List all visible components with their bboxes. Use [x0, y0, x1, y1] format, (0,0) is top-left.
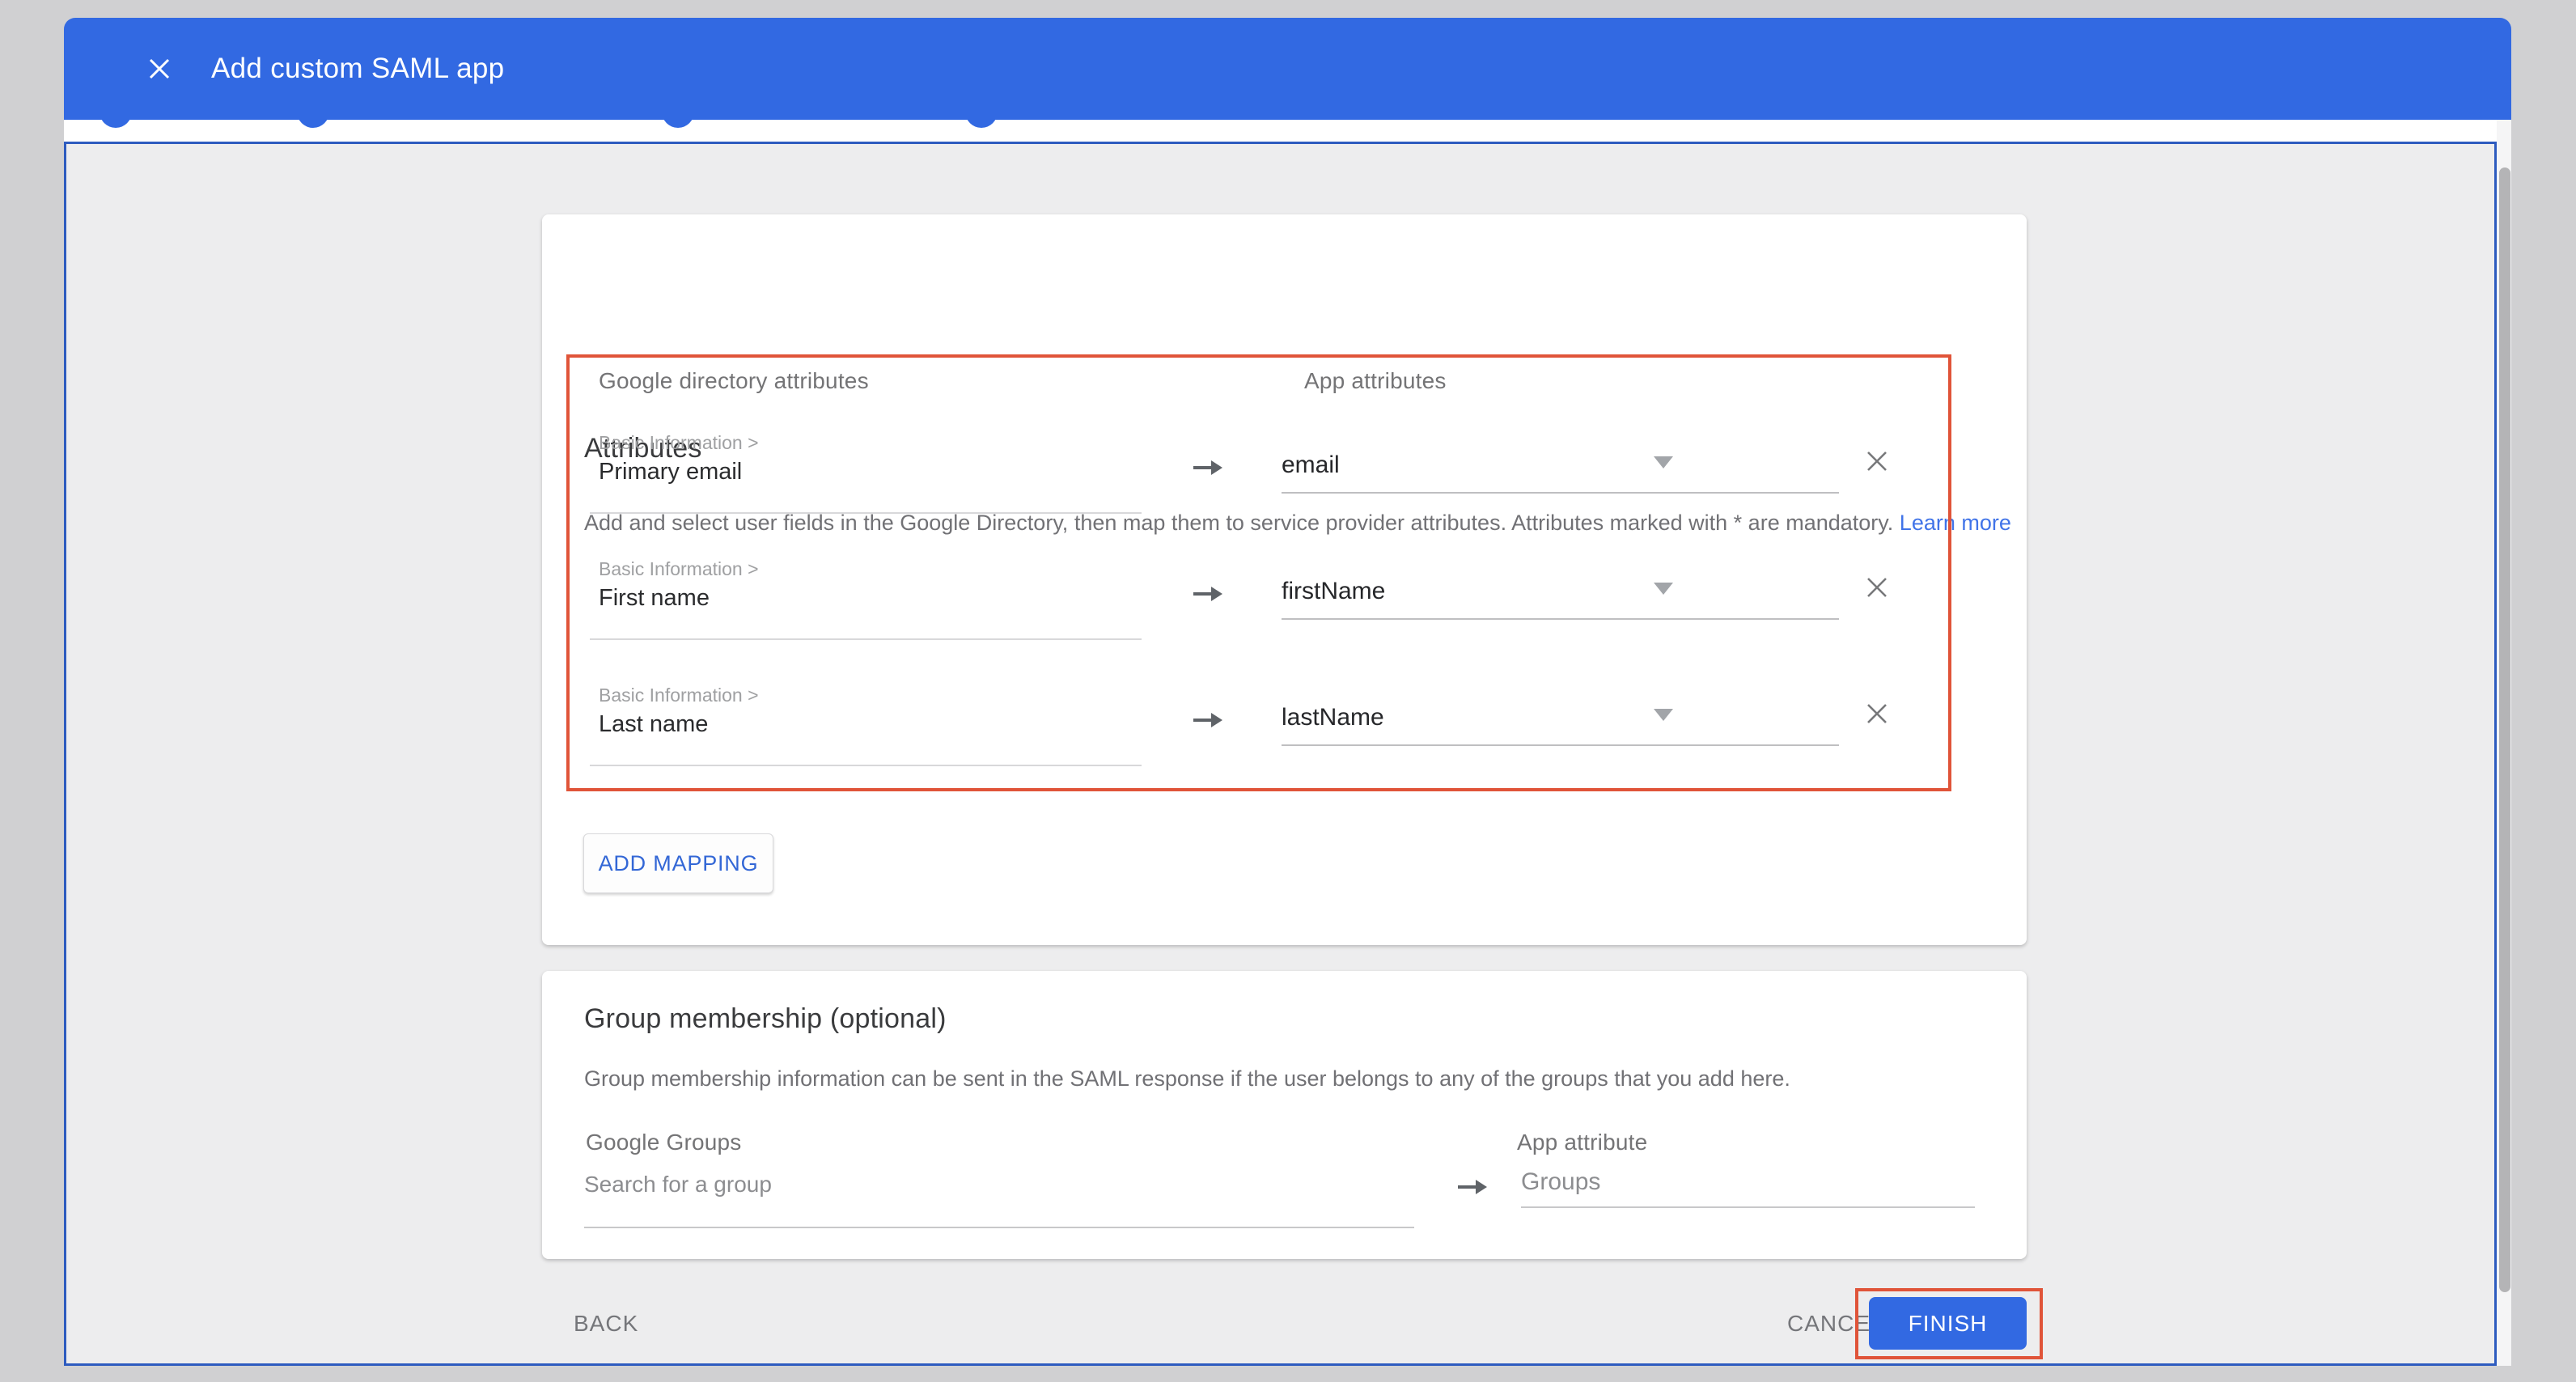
directory-attribute-select[interactable]: Last name [599, 711, 708, 738]
select-underline [590, 638, 1142, 640]
dialog-title: Add custom SAML app [211, 53, 504, 85]
group-app-attribute-input[interactable] [1521, 1168, 1970, 1196]
directory-attributes-header: Google directory attributes [599, 368, 869, 394]
group-membership-card: Group membership (optional) Group member… [542, 971, 2027, 1259]
directory-category-label: Basic Information > [599, 685, 759, 706]
app-attribute-input[interactable] [1282, 570, 1839, 613]
add-mapping-label: ADD MAPPING [599, 851, 759, 876]
back-button[interactable]: BACK [574, 1311, 638, 1337]
finish-button[interactable]: FINISH [1869, 1297, 2027, 1350]
app-attribute-input[interactable] [1282, 443, 1839, 487]
stepper-strip [64, 120, 2511, 142]
directory-attribute-select[interactable]: Primary email [599, 459, 742, 485]
directory-attribute-select[interactable]: First name [599, 585, 710, 612]
arrow-right-icon [1192, 710, 1224, 734]
input-underline [1282, 492, 1839, 494]
mapping-row: Basic Information > Primary email [542, 408, 2027, 529]
arrow-right-icon [1192, 458, 1224, 481]
mapping-row: Basic Information > First name [542, 534, 2027, 655]
group-app-attribute-underline [1521, 1206, 1975, 1208]
close-icon[interactable] [135, 45, 184, 93]
delete-mapping-icon[interactable] [1862, 699, 1892, 728]
dialog-header: Add custom SAML app [64, 18, 2511, 120]
app-attribute-input[interactable] [1282, 696, 1839, 740]
directory-category-label: Basic Information > [599, 558, 759, 580]
group-search-underline [584, 1227, 1414, 1228]
close-icon-glyph [146, 55, 173, 83]
mapping-row: Basic Information > Last name [542, 660, 2027, 782]
app-attributes-header: App attributes [1304, 368, 1447, 394]
select-underline [590, 765, 1142, 766]
delete-mapping-icon[interactable] [1862, 573, 1892, 602]
directory-category-label: Basic Information > [599, 432, 759, 454]
delete-mapping-icon[interactable] [1862, 447, 1892, 476]
group-search-input[interactable] [584, 1172, 1409, 1198]
group-card-title: Group membership (optional) [584, 1003, 947, 1035]
input-underline [1282, 744, 1839, 746]
group-card-description: Group membership information can be sent… [584, 1066, 1790, 1092]
select-underline [590, 512, 1142, 514]
arrow-right-icon [1456, 1177, 1489, 1201]
scrollbar-thumb[interactable] [2499, 167, 2510, 1292]
input-underline [1282, 618, 1839, 620]
add-custom-saml-app-dialog: Add custom SAML app Attributes Add and s… [0, 0, 2576, 1382]
arrow-right-icon [1192, 584, 1224, 608]
group-app-attribute-header: App attribute [1517, 1130, 1647, 1155]
google-groups-header: Google Groups [586, 1130, 742, 1155]
attributes-card: Attributes Add and select user fields in… [542, 214, 2027, 945]
add-mapping-button[interactable]: ADD MAPPING [583, 833, 773, 893]
